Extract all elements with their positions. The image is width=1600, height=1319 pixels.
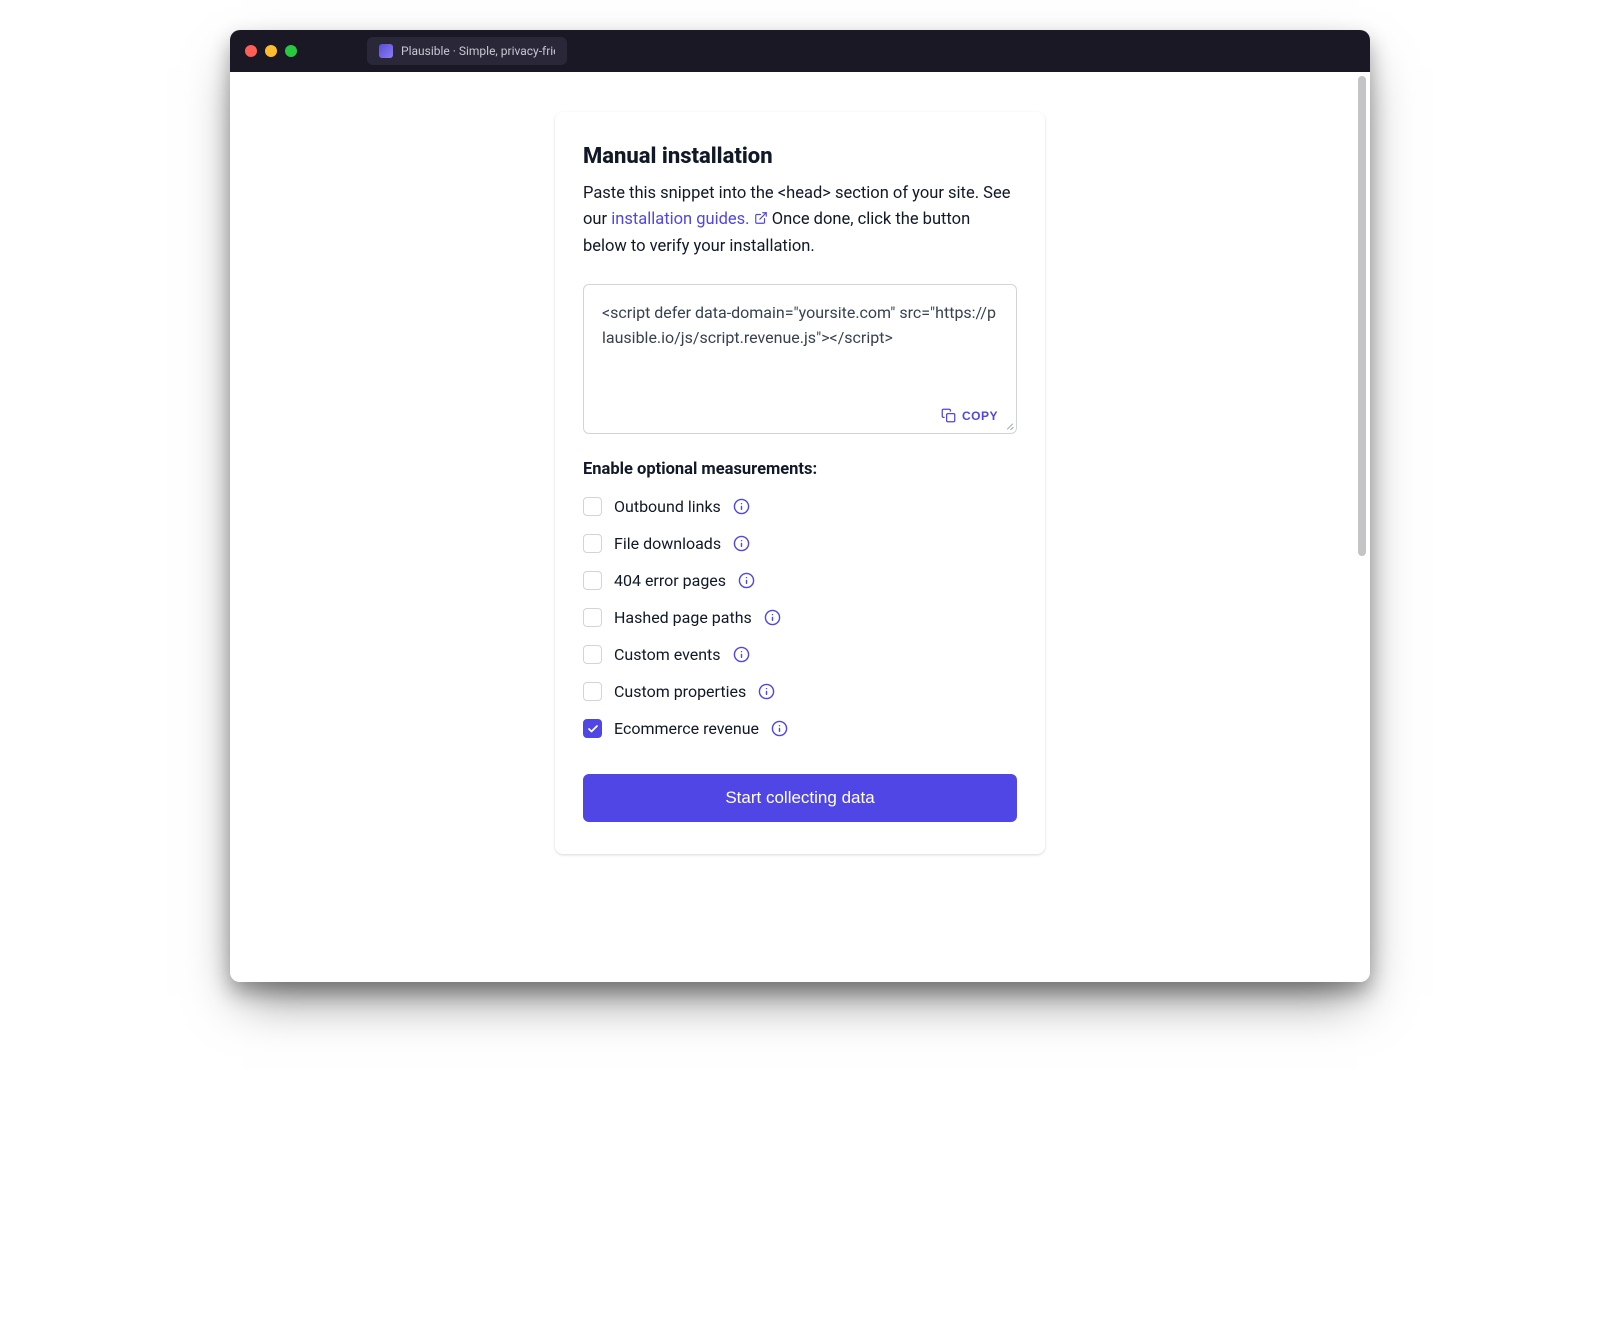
checkbox[interactable] (583, 534, 602, 553)
snippet-text: <script defer data-domain="yoursite.com"… (602, 301, 998, 351)
checkbox[interactable] (583, 645, 602, 664)
window-close-button[interactable] (245, 45, 257, 57)
window-minimize-button[interactable] (265, 45, 277, 57)
plausible-favicon (379, 44, 393, 58)
copy-icon (941, 408, 956, 423)
start-collecting-button[interactable]: Start collecting data (583, 774, 1017, 822)
option-row: Ecommerce revenue (583, 719, 1017, 738)
content-area: Manual installation Paste this snippet i… (230, 72, 1370, 982)
info-icon[interactable] (764, 609, 781, 626)
options-list: Outbound links File downloads 404 error pa… (583, 497, 1017, 738)
option-row: Custom events (583, 645, 1017, 664)
checkbox[interactable] (583, 719, 602, 738)
card-description: Paste this snippet into the <head> secti… (583, 181, 1017, 260)
option-row: File downloads (583, 534, 1017, 553)
option-label: Hashed page paths (614, 608, 752, 627)
option-row: 404 error pages (583, 571, 1017, 590)
resize-handle[interactable] (1002, 419, 1014, 431)
checkbox[interactable] (583, 571, 602, 590)
info-icon[interactable] (758, 683, 775, 700)
external-link-icon (754, 211, 768, 225)
option-row: Hashed page paths (583, 608, 1017, 627)
tab-title: Plausible · Simple, privacy-frien (401, 44, 555, 58)
scrollbar-thumb[interactable] (1358, 76, 1366, 556)
browser-window: Plausible · Simple, privacy-frien Manual… (230, 30, 1370, 982)
info-icon[interactable] (733, 646, 750, 663)
option-row: Outbound links (583, 497, 1017, 516)
info-icon[interactable] (771, 720, 788, 737)
info-icon[interactable] (738, 572, 755, 589)
copy-button[interactable]: COPY (941, 408, 998, 423)
info-icon[interactable] (733, 535, 750, 552)
scrollbar-track[interactable] (1358, 76, 1366, 978)
installation-guides-link[interactable]: installation guides. (611, 210, 767, 229)
traffic-lights (245, 45, 297, 57)
option-label: 404 error pages (614, 571, 726, 590)
option-label: Custom events (614, 645, 721, 664)
option-label: Outbound links (614, 497, 721, 516)
installation-card: Manual installation Paste this snippet i… (555, 112, 1045, 854)
checkbox[interactable] (583, 682, 602, 701)
option-label: Ecommerce revenue (614, 719, 759, 738)
card-title: Manual installation (583, 144, 1017, 169)
option-label: Custom properties (614, 682, 746, 701)
copy-label: COPY (962, 409, 998, 423)
info-icon[interactable] (733, 498, 750, 515)
checkbox[interactable] (583, 497, 602, 516)
option-label: File downloads (614, 534, 721, 553)
snippet-box[interactable]: <script defer data-domain="yoursite.com"… (583, 284, 1017, 434)
title-bar: Plausible · Simple, privacy-frien (230, 30, 1370, 72)
checkbox[interactable] (583, 608, 602, 627)
section-label: Enable optional measurements: (583, 460, 1017, 479)
window-maximize-button[interactable] (285, 45, 297, 57)
browser-tab[interactable]: Plausible · Simple, privacy-frien (367, 37, 567, 65)
option-row: Custom properties (583, 682, 1017, 701)
